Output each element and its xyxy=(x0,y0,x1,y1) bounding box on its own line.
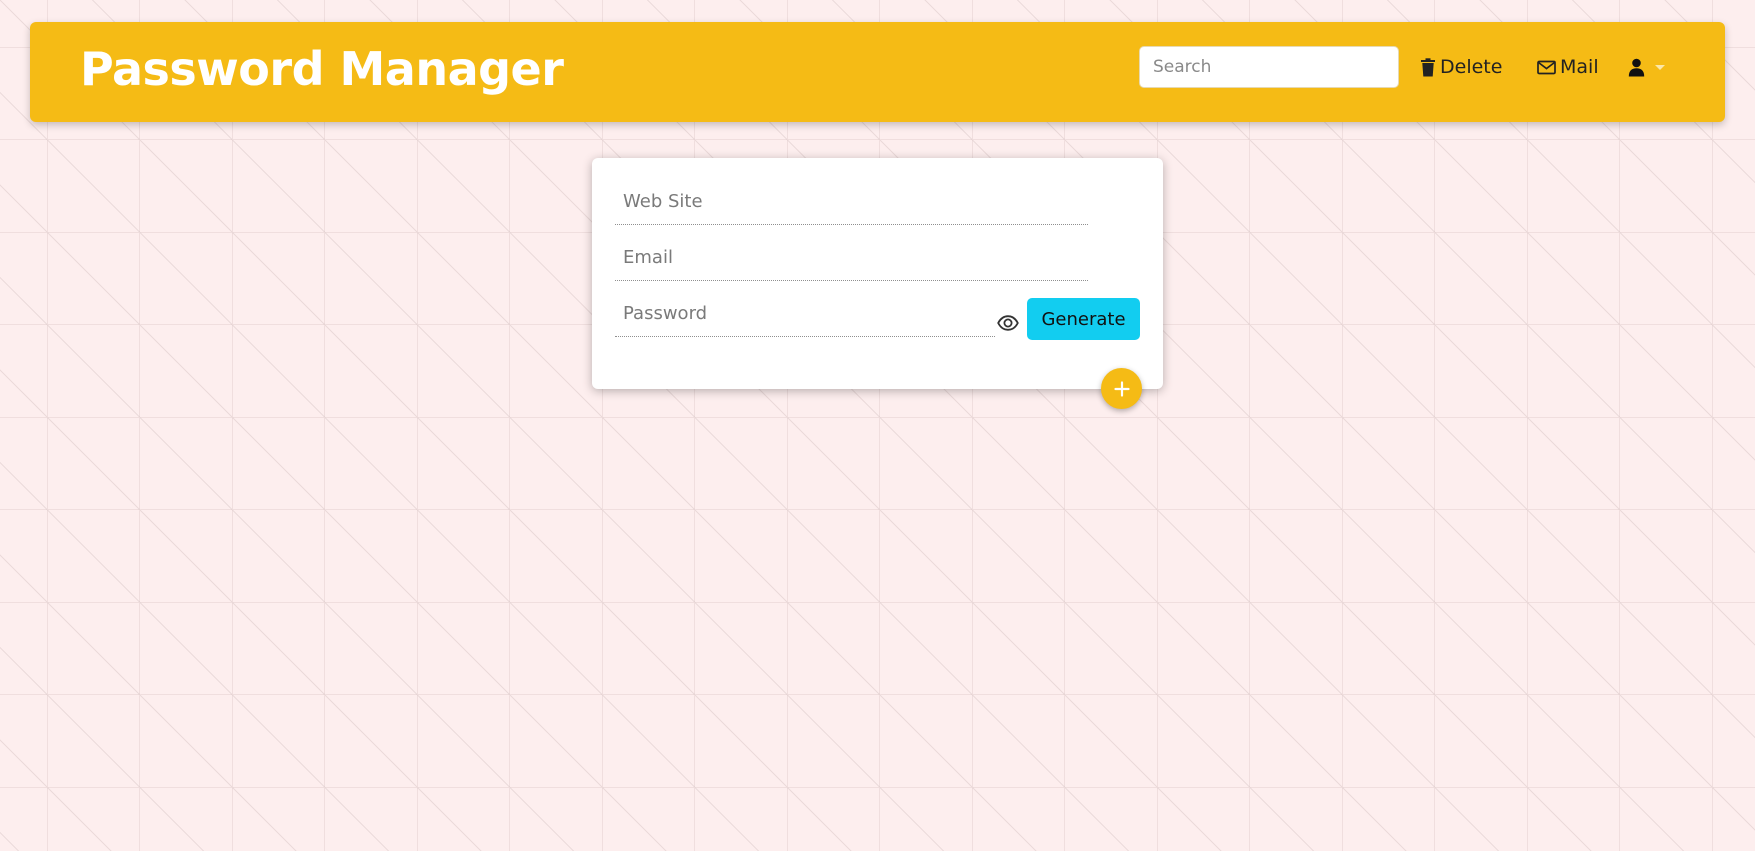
generate-button[interactable]: Generate xyxy=(1027,298,1140,340)
envelope-icon xyxy=(1537,60,1556,75)
website-field[interactable] xyxy=(615,179,1088,225)
mail-label: Mail xyxy=(1560,56,1599,78)
background-grid-pattern xyxy=(0,0,1755,851)
password-field[interactable] xyxy=(615,291,995,337)
plus-icon xyxy=(1113,380,1130,397)
navbar: Password Manager Delete Mail xyxy=(30,22,1725,122)
add-entry-button[interactable] xyxy=(1101,368,1142,409)
delete-button[interactable]: Delete xyxy=(1420,46,1502,88)
trash-icon xyxy=(1420,57,1436,77)
mail-button[interactable]: Mail xyxy=(1537,46,1599,88)
email-field[interactable] xyxy=(615,235,1088,281)
delete-label: Delete xyxy=(1440,56,1503,78)
user-menu-dropdown[interactable] xyxy=(1628,46,1665,88)
search-input[interactable] xyxy=(1139,46,1399,88)
caret-down-icon xyxy=(1655,64,1665,70)
app-title[interactable]: Password Manager xyxy=(80,40,564,98)
user-icon xyxy=(1628,58,1645,77)
password-entry-card: Generate xyxy=(592,158,1163,389)
eye-icon[interactable] xyxy=(995,310,1021,336)
